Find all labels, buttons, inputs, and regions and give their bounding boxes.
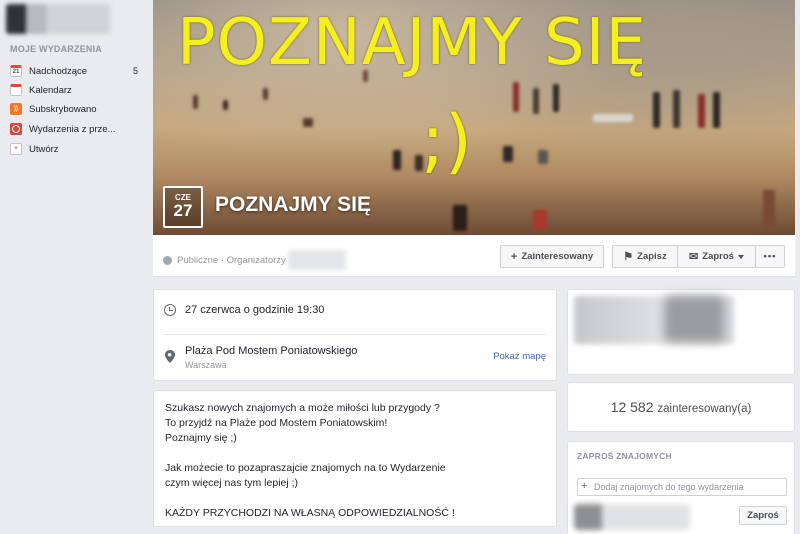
invite-friend-button[interactable]: Zaproś [739, 506, 787, 525]
sidebar-item-label: Kalendarz [29, 84, 72, 96]
interested-button[interactable]: + Zainteresowany [500, 245, 604, 268]
left-sidebar: MOJE WYDARZENIA 21 Nadchodzące 5 Kalenda… [0, 0, 152, 534]
sidebar-item-label: Wydarzenia z prze... [29, 123, 116, 135]
event-action-bar: Publiczne · Organizatorzy + Zainteresowa… [153, 235, 795, 277]
interested-count: 12 582 [610, 399, 654, 415]
event-time-row: 27 czerwca o godzinie 19:30 [164, 304, 324, 316]
cover-smiley-text: ;) [421, 100, 472, 182]
event-cover-photo: POZNAJMY SIĘ ;) CZE 27 POZNAJMY SIĘ [153, 0, 795, 235]
description-line: KAŻDY PRZYCHODZI NA WŁASNĄ ODPOWIEDZIALN… [165, 507, 455, 519]
clock-icon [164, 304, 176, 316]
friend-suggestion-blurred [574, 504, 690, 530]
interested-label: Zainteresowany [521, 251, 594, 262]
host-avatar-blurred [664, 296, 724, 342]
description-line: czym więcej nas tym lepiej ;) [165, 477, 299, 489]
event-location-city: Warszawa [185, 360, 227, 370]
bookmark-icon: ⚑ [623, 251, 634, 263]
calendar-day-icon: 21 [10, 65, 22, 77]
invite-friends-card: ZAPROŚ ZNAJOMYCH + Zaproś [567, 441, 795, 534]
cover-overlay-text: POZNAJMY SIĘ [177, 6, 647, 80]
invite-friends-heading: ZAPROŚ ZNAJOMYCH [577, 451, 672, 461]
description-line: To przyjdź na Plaże pod Mostem Poniatows… [165, 417, 388, 429]
interested-count-row[interactable]: 12 582 zainteresowany(a) [568, 399, 794, 415]
description-line: Poznajmy się ;) [165, 432, 237, 444]
event-date-badge: CZE 27 [163, 186, 203, 228]
chevron-down-icon [737, 254, 744, 259]
divider [164, 334, 546, 335]
calendar-icon [10, 84, 22, 96]
invite-button[interactable]: ✉ Zaproś [677, 245, 756, 268]
privacy-text: Publiczne · Organizatorzy [177, 254, 286, 266]
invite-label: Zaproś [702, 251, 734, 262]
event-title: POZNAJMY SIĘ [215, 193, 371, 216]
more-options-button[interactable]: ••• [755, 245, 785, 268]
sidebar-heading: MOJE WYDARZENIA [10, 44, 103, 54]
profile-avatar-blurred[interactable] [6, 4, 110, 34]
envelope-icon: ✉ [689, 251, 699, 263]
event-date-day: 27 [173, 201, 193, 220]
event-details-card: 27 czerwca o godzinie 19:30 Plaża Pod Mo… [153, 289, 557, 381]
sidebar-item-label: Subskrybowano [29, 103, 97, 115]
sidebar-item-label: Utwórz [29, 143, 59, 155]
organizer-name-blurred[interactable] [287, 250, 346, 270]
plus-icon: + [10, 143, 22, 155]
add-friends-input[interactable] [577, 478, 787, 496]
sidebar-item-subscribed[interactable]: )) Subskrybowano [10, 101, 142, 117]
save-label: Zapisz [637, 251, 667, 262]
sidebar-item-upcoming[interactable]: 21 Nadchodzące 5 [10, 63, 142, 79]
plus-icon: + [510, 250, 518, 263]
show-map-link[interactable]: Pokaż mapę [493, 351, 546, 362]
save-button[interactable]: ⚑ Zapisz [612, 245, 678, 268]
event-description-card: Szukasz nowych znajomych a może miłości … [153, 390, 557, 527]
rss-icon: )) [10, 103, 22, 115]
map-pin-icon [165, 350, 175, 363]
globe-icon [163, 255, 172, 265]
description-line: Jak możecie to pozapraszajcie znajomych … [165, 462, 446, 474]
interested-stats-card: 12 582 zainteresowany(a) [567, 382, 795, 432]
interested-count-label: zainteresowany(a) [657, 403, 752, 415]
event-time: 27 czerwca o godzinie 19:30 [185, 304, 325, 316]
event-host-card [567, 289, 795, 375]
sidebar-item-create[interactable]: + Utwórz [10, 141, 142, 157]
description-line: Szukasz nowych znajomych a może miłości … [165, 402, 440, 414]
event-location-name[interactable]: Plaża Pod Mostem Poniatowskiego [185, 345, 357, 357]
sidebar-item-count: 5 [132, 66, 138, 76]
event-privacy-info: Publiczne · Organizatorzy [163, 250, 346, 270]
sidebar-item-past-events[interactable]: Wydarzenia z prze... [10, 121, 142, 137]
sidebar-item-calendar[interactable]: Kalendarz [10, 82, 142, 98]
sidebar-item-label: Nadchodzące [29, 65, 88, 77]
clock-icon [10, 123, 22, 135]
